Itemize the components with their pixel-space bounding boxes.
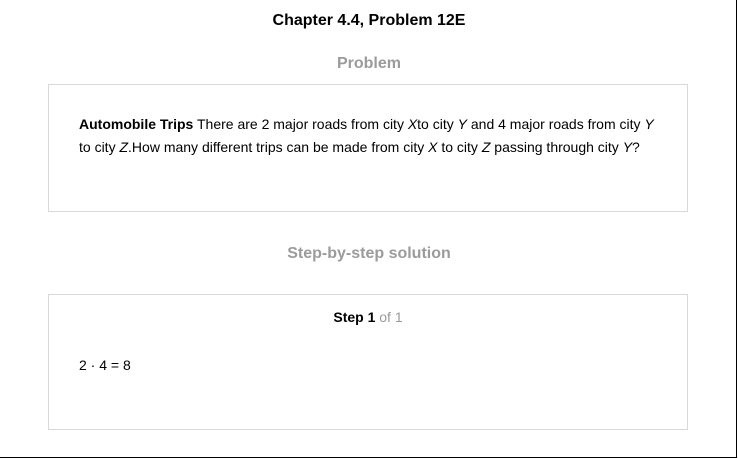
city-y: Y xyxy=(622,138,633,155)
city-y: Y xyxy=(644,116,654,132)
problem-statement: Automobile Trips There are 2 major roads… xyxy=(79,113,669,158)
solution-card: Step 1 of 1 2 · 4 = 8 xyxy=(48,294,688,430)
problem-text-segment: ? xyxy=(632,138,640,155)
problem-label: Automobile Trips xyxy=(79,116,194,132)
problem-text-segment: .How many different trips can be made fr… xyxy=(128,138,429,155)
problem-text-segment: and 4 major roads from city xyxy=(466,116,645,132)
problem-text-segment: to city xyxy=(417,116,458,132)
step-label: Step 1 xyxy=(333,309,376,325)
solution-heading: Step-by-step solution xyxy=(287,245,451,262)
problem-card: Automobile Trips There are 2 major roads… xyxy=(48,84,688,212)
city-y: Y xyxy=(457,116,467,132)
problem-text-segment: to city xyxy=(437,138,482,155)
city-z: Z xyxy=(119,138,129,155)
problem-heading: Problem xyxy=(336,55,401,72)
problem-text-segment: to city xyxy=(79,138,120,155)
step-content: 2 · 4 = 8 xyxy=(79,357,131,373)
step-count: of 1 xyxy=(375,309,403,325)
step-header: Step 1 of 1 xyxy=(49,309,687,325)
problem-text-segment: There are 2 major roads from city xyxy=(193,116,408,132)
problem-text-segment: passing through city xyxy=(490,138,623,155)
city-x: X xyxy=(407,116,418,132)
page-title: Chapter 4.4, Problem 12E xyxy=(272,12,466,29)
